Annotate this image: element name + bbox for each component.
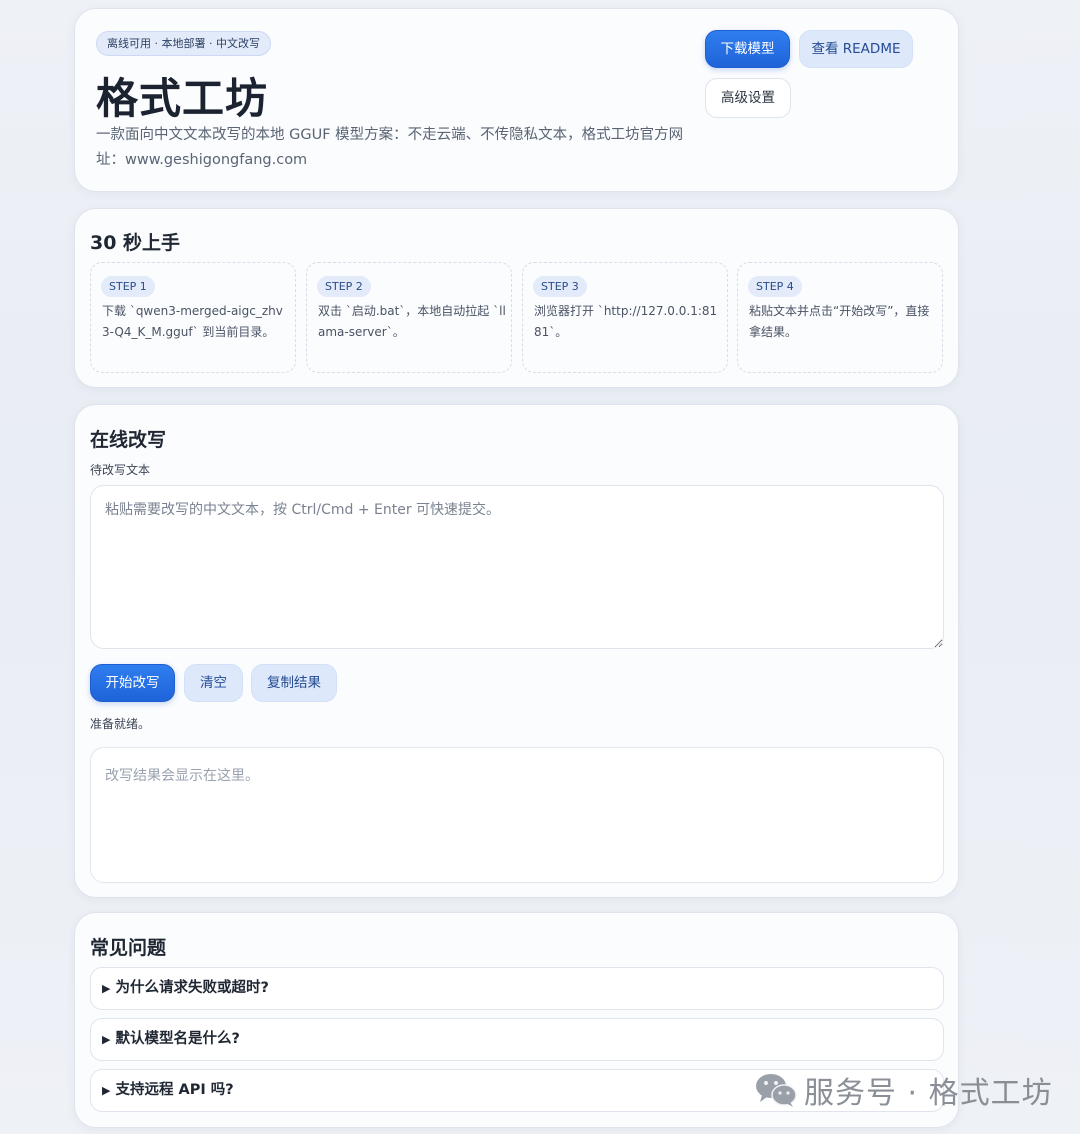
- step-badge: STEP 2: [317, 276, 371, 297]
- step-text: 粘贴文本并点击“开始改写”，直接拿结果。: [749, 304, 930, 339]
- faq-question: 默认模型名是什么?: [115, 1031, 240, 1047]
- quickstart-title: 30 秒上手: [90, 232, 181, 254]
- copy-result-button[interactable]: 复制结果: [251, 664, 337, 702]
- input-label: 待改写文本: [90, 463, 151, 477]
- hero-card: 离线可用 · 本地部署 · 中文改写 格式工坊 一款面向中文文本改写的本地 GG…: [74, 8, 959, 192]
- step-badge: STEP 3: [533, 276, 587, 297]
- step-badge: STEP 4: [748, 276, 802, 297]
- faq-question: 为什么请求失败或超时?: [115, 980, 269, 996]
- rewrite-card: 在线改写 待改写文本 开始改写 清空 复制结果 准备就绪。 改写结果会显示在这里…: [74, 404, 959, 898]
- wechat-icon: [756, 1074, 797, 1107]
- clear-button[interactable]: 清空: [184, 664, 243, 702]
- disclosure-triangle-icon: ▶: [102, 982, 111, 995]
- step-badge: STEP 1: [101, 276, 155, 297]
- step-card-3: STEP 3 浏览器打开 `http://127.0.0.1:8181`。: [522, 262, 728, 373]
- status-text: 准备就绪。: [90, 717, 151, 731]
- watermark: 服务号 · 格式工坊: [754, 1070, 1053, 1111]
- hero-description: 一款面向中文文本改写的本地 GGUF 模型方案：不走云端、不传隐私文本，格式工坊…: [96, 127, 684, 168]
- page-title: 格式工坊: [96, 74, 269, 123]
- faq-question: 支持远程 API 吗?: [115, 1082, 234, 1098]
- feature-badge: 离线可用 · 本地部署 · 中文改写: [96, 31, 271, 56]
- rewrite-title: 在线改写: [90, 429, 167, 451]
- quickstart-card: 30 秒上手 STEP 1 下载 `qwen3-merged-aigc_zhv3…: [74, 208, 959, 388]
- start-rewrite-button[interactable]: 开始改写: [90, 664, 175, 702]
- disclosure-triangle-icon: ▶: [102, 1033, 111, 1046]
- view-readme-button[interactable]: 查看 README: [799, 30, 913, 68]
- step-text: 双击 `启动.bat`，本地自动拉起 `llama-server`。: [318, 304, 506, 339]
- faq-item[interactable]: ▶ 默认模型名是什么?: [90, 1018, 944, 1061]
- step-card-1: STEP 1 下载 `qwen3-merged-aigc_zhv3-Q4_K_M…: [90, 262, 296, 373]
- faq-title: 常见问题: [90, 937, 167, 959]
- watermark-text: 服务号 · 格式工坊: [804, 1076, 1053, 1111]
- advanced-settings-button[interactable]: 高级设置: [705, 78, 791, 118]
- step-text: 下载 `qwen3-merged-aigc_zhv3-Q4_K_M.gguf` …: [102, 304, 283, 339]
- disclosure-triangle-icon: ▶: [102, 1084, 111, 1097]
- step-text: 浏览器打开 `http://127.0.0.1:8181`。: [534, 304, 718, 339]
- faq-item[interactable]: ▶ 为什么请求失败或超时?: [90, 967, 944, 1010]
- result-output[interactable]: 改写结果会显示在这里。: [90, 747, 944, 883]
- download-model-button[interactable]: 下载模型: [705, 30, 790, 68]
- step-card-2: STEP 2 双击 `启动.bat`，本地自动拉起 `llama-server`…: [306, 262, 512, 373]
- source-text-input[interactable]: [90, 485, 944, 649]
- step-card-4: STEP 4 粘贴文本并点击“开始改写”，直接拿结果。: [737, 262, 943, 373]
